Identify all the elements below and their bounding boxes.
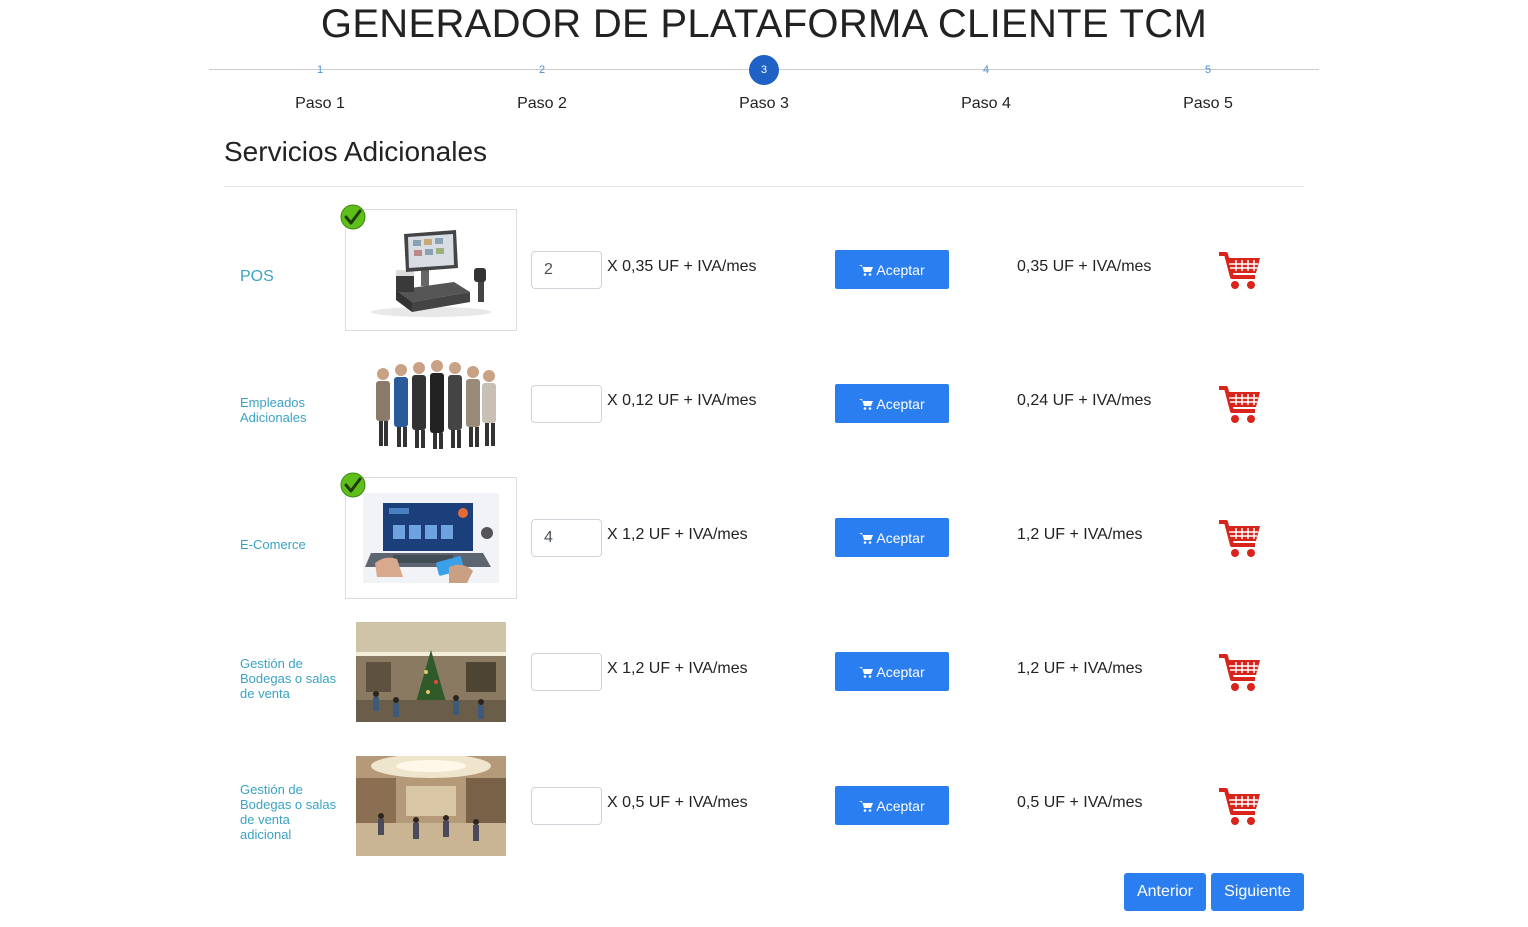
store-hall-image xyxy=(356,622,506,722)
quantity-input[interactable] xyxy=(531,251,602,289)
step-label: Paso 3 xyxy=(739,95,789,112)
service-total: 1,2 UF + IVA/mes xyxy=(1017,526,1143,543)
page-title: GENERADOR DE PLATAFORMA CLIENTE TCM xyxy=(320,2,1208,46)
step-label: Paso 2 xyxy=(517,95,567,112)
service-total: 0,24 UF + IVA/mes xyxy=(1017,392,1152,409)
service-row-pos: POS X 0,35 UF + IVA/mes Aceptar xyxy=(224,204,1304,343)
quantity-input[interactable] xyxy=(531,787,602,825)
cart-icon xyxy=(859,264,874,276)
accept-button[interactable]: Aceptar xyxy=(835,384,949,423)
pos-terminal-image xyxy=(371,230,491,317)
step-number: 2 xyxy=(538,64,546,76)
accept-button[interactable]: Aceptar xyxy=(835,250,949,289)
ecommerce-laptop-image xyxy=(363,493,499,583)
unit-price: X 0,12 UF + IVA/mes xyxy=(607,392,757,409)
cart-icon xyxy=(859,532,874,544)
step-number: 3 xyxy=(749,55,779,85)
unit-price: X 0,5 UF + IVA/mes xyxy=(607,794,748,811)
service-name[interactable]: Empleados Adicionales xyxy=(240,343,340,477)
service-total: 0,5 UF + IVA/mes xyxy=(1017,794,1143,811)
service-image-box[interactable] xyxy=(345,209,517,331)
service-image-box[interactable] xyxy=(345,343,517,465)
service-image-box[interactable] xyxy=(345,611,517,733)
previous-button[interactable]: Anterior xyxy=(1124,873,1206,911)
check-icon xyxy=(340,472,366,498)
service-name[interactable]: POS xyxy=(240,209,340,343)
step-4[interactable]: 4 Paso 4 xyxy=(926,52,1046,113)
service-image-box[interactable] xyxy=(345,745,517,867)
step-5[interactable]: 5 Paso 5 xyxy=(1148,52,1268,113)
service-row-bodegas: Gestión de Bodegas o salas de venta X 1,… xyxy=(224,611,1304,745)
service-name[interactable]: Gestión de Bodegas o salas de venta adic… xyxy=(240,745,340,879)
service-row-bodegas-adicional: Gestión de Bodegas o salas de venta adic… xyxy=(224,745,1304,879)
step-label: Paso 1 xyxy=(295,95,345,112)
service-row-ecommerce: E-Comerce X 1,2 UF + IVA/mes Aceptar 1,2… xyxy=(224,472,1304,611)
step-number: 5 xyxy=(1204,64,1212,76)
service-name[interactable]: Gestión de Bodegas o salas de venta xyxy=(240,611,340,745)
employees-group-image xyxy=(376,360,496,449)
cart-icon xyxy=(859,800,874,812)
stepper: 1 Paso 1 2 Paso 2 3 Paso 3 4 Paso 4 5 Pa… xyxy=(209,52,1319,122)
accept-button[interactable]: Aceptar xyxy=(835,652,949,691)
accept-label: Aceptar xyxy=(876,261,925,278)
accept-label: Aceptar xyxy=(876,797,925,814)
unit-price: X 1,2 UF + IVA/mes xyxy=(607,526,748,543)
next-button[interactable]: Siguiente xyxy=(1211,873,1304,911)
step-2[interactable]: 2 Paso 2 xyxy=(482,52,602,113)
check-icon xyxy=(340,204,366,230)
service-name[interactable]: E-Comerce xyxy=(240,477,340,611)
step-3[interactable]: 3 Paso 3 xyxy=(704,52,824,113)
shopping-cart-icon[interactable] xyxy=(1218,651,1262,693)
cart-icon xyxy=(859,666,874,678)
service-total: 0,35 UF + IVA/mes xyxy=(1017,258,1152,275)
accept-label: Aceptar xyxy=(876,663,925,680)
divider xyxy=(224,186,1304,187)
accept-label: Aceptar xyxy=(876,395,925,412)
accept-button[interactable]: Aceptar xyxy=(835,518,949,557)
section-title: Servicios Adicionales xyxy=(224,136,488,167)
quantity-input[interactable] xyxy=(531,385,602,423)
shopping-cart-icon[interactable] xyxy=(1218,517,1262,559)
shopping-cart-icon[interactable] xyxy=(1218,785,1262,827)
step-number: 1 xyxy=(316,64,324,76)
service-image-box[interactable] xyxy=(345,477,517,599)
shopping-cart-icon[interactable] xyxy=(1218,383,1262,425)
service-row-empleados: Empleados Adicionales X 0,12 UF + IVA/me… xyxy=(224,343,1304,477)
accept-label: Aceptar xyxy=(876,529,925,546)
accept-button[interactable]: Aceptar xyxy=(835,786,949,825)
step-1[interactable]: 1 Paso 1 xyxy=(260,52,380,113)
unit-price: X 0,35 UF + IVA/mes xyxy=(607,258,757,275)
service-total: 1,2 UF + IVA/mes xyxy=(1017,660,1143,677)
step-number: 4 xyxy=(982,64,990,76)
quantity-input[interactable] xyxy=(531,519,602,557)
quantity-input[interactable] xyxy=(531,653,602,691)
step-label: Paso 4 xyxy=(961,95,1011,112)
shopping-cart-icon[interactable] xyxy=(1218,249,1262,291)
cart-icon xyxy=(859,398,874,410)
unit-price: X 1,2 UF + IVA/mes xyxy=(607,660,748,677)
mall-image xyxy=(356,756,506,856)
step-label: Paso 5 xyxy=(1183,95,1233,112)
